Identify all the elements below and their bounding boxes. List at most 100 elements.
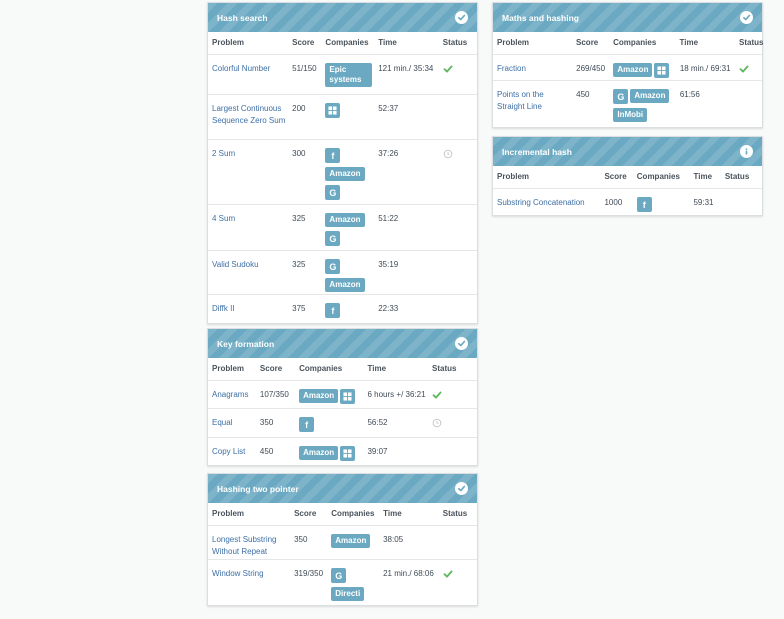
companies-cell: G Directi xyxy=(331,568,383,605)
column-header-time: Time xyxy=(378,38,397,47)
section-header[interactable]: Maths and hashing xyxy=(493,3,762,32)
column-header-score: Score xyxy=(294,509,317,518)
column-header-score: Score xyxy=(604,172,627,181)
google-icon[interactable]: G xyxy=(613,89,629,104)
facebook-icon[interactable]: f xyxy=(636,197,652,212)
score-value: 269/450 xyxy=(576,64,606,73)
table-row: Valid Sudoku 325 G Amazon 35:19 xyxy=(208,251,477,295)
company-badge[interactable]: Amazon xyxy=(630,89,670,103)
section-header[interactable]: Hashing two pointer xyxy=(208,474,477,503)
google-icon[interactable]: G xyxy=(325,185,341,200)
score-value: 300 xyxy=(292,149,306,158)
column-header-companies: Companies xyxy=(613,38,657,47)
section-hashing-two-pointer: Hashing two pointer Problem Score Companies… xyxy=(207,473,478,606)
company-badge[interactable]: InMobi xyxy=(613,108,648,122)
problem-link[interactable]: Window String xyxy=(212,568,294,580)
companies-cell xyxy=(325,103,378,122)
section-header[interactable]: Hash search xyxy=(208,3,477,32)
time-value: 21 min./ 68:06 xyxy=(383,569,434,578)
problem-link[interactable]: Fraction xyxy=(497,63,576,75)
section-title: Maths and hashing xyxy=(502,12,579,23)
microsoft-icon[interactable] xyxy=(340,446,356,461)
company-badge[interactable]: Directi xyxy=(331,587,365,601)
score-value: 375 xyxy=(292,304,306,313)
companies-cell: Amazon G xyxy=(325,213,378,250)
problem-link[interactable]: Points on the Straight Line xyxy=(497,89,576,113)
microsoft-icon[interactable] xyxy=(654,63,670,78)
column-header-status: Status xyxy=(442,509,468,518)
google-icon[interactable]: G xyxy=(325,259,341,274)
column-header-status: Status xyxy=(442,38,468,47)
facebook-icon[interactable]: f xyxy=(325,303,341,318)
column-header-companies: Companies xyxy=(299,364,343,373)
problem-link[interactable]: Copy List xyxy=(212,446,260,458)
company-badge[interactable]: Amazon xyxy=(299,446,339,460)
status-cell xyxy=(432,417,477,428)
time-value: 6 hours +/ 36:21 xyxy=(367,390,426,399)
column-header-problem: Problem xyxy=(497,172,530,181)
section-key-formation: Key formation Problem Score Companies Time St… xyxy=(207,328,478,466)
companies-cell: Amazon xyxy=(299,446,367,465)
time-value: 39:07 xyxy=(367,447,388,456)
google-icon[interactable]: G xyxy=(325,231,341,246)
solved-check-icon xyxy=(443,64,473,74)
column-header-time: Time xyxy=(367,364,387,373)
score-value: 200 xyxy=(292,104,306,113)
table-row: 4 Sum 325 Amazon G 51:22 xyxy=(208,205,477,251)
time-value: 61:56 xyxy=(679,90,700,99)
microsoft-icon[interactable] xyxy=(340,389,356,404)
problem-link[interactable]: Diffk II xyxy=(212,303,292,315)
companies-cell: f xyxy=(325,303,378,322)
section-incremental-hash: Incremental hash Problem Score Companies Tim… xyxy=(492,136,763,216)
company-badge[interactable]: Epic systems xyxy=(325,63,373,87)
column-header-time: Time xyxy=(383,509,402,518)
column-header-status: Status xyxy=(432,364,457,373)
section-title: Hashing two pointer xyxy=(217,483,299,494)
section-title: Hash search xyxy=(217,12,268,23)
company-badge[interactable]: Amazon xyxy=(299,389,339,403)
companies-cell: Amazon xyxy=(331,534,383,552)
column-headers: Problem Score Companies Time Status xyxy=(493,32,763,55)
time-value: 37:26 xyxy=(378,149,399,158)
time-value: 121 min./ 35:34 xyxy=(378,64,434,73)
table-row: Anagrams 107/350 Amazon 6 hours +/ 36:21 xyxy=(208,381,477,409)
problem-link[interactable]: Substring Concatenation xyxy=(497,197,604,209)
microsoft-icon[interactable] xyxy=(325,103,341,118)
problem-link[interactable]: Equal xyxy=(212,417,260,429)
status-cell xyxy=(432,389,477,400)
section-title: Key formation xyxy=(217,338,275,349)
companies-cell: Epic systems xyxy=(325,63,378,91)
column-headers: Problem Score Companies Time Status xyxy=(493,166,762,189)
section-header[interactable]: Key formation xyxy=(208,329,477,358)
facebook-icon[interactable]: f xyxy=(299,417,315,432)
problem-link[interactable]: 2 Sum xyxy=(212,148,292,160)
time-value: 38:05 xyxy=(383,535,404,544)
solved-check-icon xyxy=(443,569,473,579)
problem-link[interactable]: Valid Sudoku xyxy=(212,259,292,271)
column-header-score: Score xyxy=(576,38,599,47)
problem-link[interactable]: Longest Substring Without Repeat xyxy=(212,534,294,558)
problem-link[interactable]: Anagrams xyxy=(212,389,260,401)
companies-cell: f Amazon G xyxy=(325,148,378,204)
section-title: Incremental hash xyxy=(502,146,572,157)
column-headers: Problem Score Companies Time Status xyxy=(208,503,477,526)
table-row: Equal 350 f 56:52 xyxy=(208,409,477,438)
score-value: 450 xyxy=(259,447,274,456)
company-badge[interactable]: Amazon xyxy=(325,278,365,292)
company-badge[interactable]: Amazon xyxy=(325,167,365,181)
section-header[interactable]: Incremental hash xyxy=(493,137,762,166)
problem-link[interactable]: Largest Continuous Sequence Zero Sum xyxy=(212,103,292,127)
company-badge[interactable]: Amazon xyxy=(325,213,365,227)
company-badge[interactable]: Amazon xyxy=(331,534,371,548)
problem-link[interactable]: Colorful Number xyxy=(212,63,292,75)
google-icon[interactable]: G xyxy=(331,568,347,583)
column-header-time: Time xyxy=(679,38,699,47)
company-badge[interactable]: Amazon xyxy=(613,63,653,77)
facebook-icon[interactable]: f xyxy=(325,148,341,163)
column-header-companies: Companies xyxy=(325,38,369,47)
table-row: Substring Concatenation 1000 f 59:31 xyxy=(493,189,762,215)
table-row: Points on the Straight Line 450 G Amazon InM… xyxy=(493,81,762,127)
problem-link[interactable]: 4 Sum xyxy=(212,213,292,225)
companies-cell: Amazon xyxy=(613,63,679,82)
companies-cell: f xyxy=(299,417,367,436)
